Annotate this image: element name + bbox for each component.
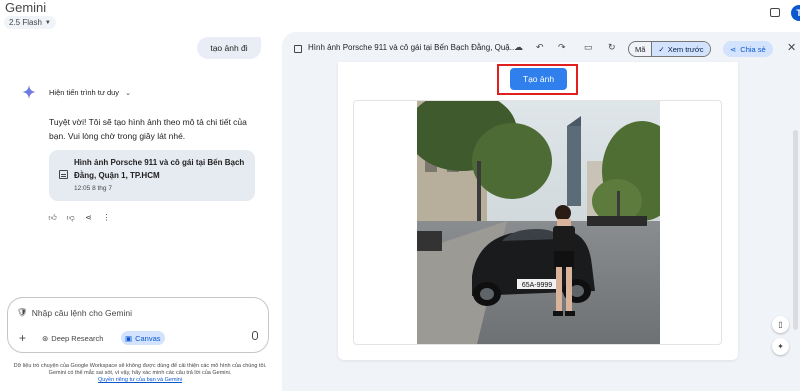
tab-preview[interactable]: ✓ Xem trước [652, 42, 710, 56]
deep-research-button[interactable]: ⊛ Deep Research [38, 331, 107, 345]
canvas-toolbar: Hình ảnh Porsche 911 và cô gái tại Bến B… [282, 37, 800, 61]
user-message: tạo ảnh đi [197, 37, 261, 59]
prompt-placeholder: Nhập câu lệnh cho Gemini [31, 307, 132, 318]
add-icon[interactable]: + [19, 331, 26, 345]
refresh-icon[interactable]: ↻ [608, 42, 616, 53]
undo-icon[interactable]: ↶ [536, 42, 544, 53]
thumbs-up-icon[interactable]: 👍︎ [48, 213, 57, 222]
feedback-bar: 👍︎ 👎︎ ⋖ ⋮ [48, 213, 111, 222]
show-thinking-toggle[interactable]: Hiện tiến trình tư duy ⌄ [49, 88, 131, 97]
close-icon[interactable]: ✕ [787, 41, 796, 54]
prompt-composer[interactable]: 🛡︎ Nhập câu lệnh cho Gemini + ⊛ Deep Res… [7, 297, 269, 353]
thinking-label: Hiện tiến trình tư duy [49, 88, 120, 97]
model-label: 2.5 Flash [9, 18, 42, 27]
cloud-save-icon[interactable]: ☁ [514, 42, 523, 53]
document-icon [59, 170, 68, 179]
thumbs-down-icon[interactable]: 👎︎ [66, 213, 75, 222]
model-selector[interactable]: 2.5 Flash ▼ [4, 16, 56, 29]
canvas-icon: ▣ [125, 333, 133, 343]
doc-card-time: 12:05 8 thg 7 [74, 185, 112, 192]
canvas-doc-card[interactable]: Hình ảnh Porsche 911 và cô gái tại Bến B… [49, 150, 255, 201]
shield-icon: 🛡︎ [17, 307, 28, 317]
license-plate: 65A-9999 [522, 282, 552, 289]
sparkle-icon[interactable]: ✦ [772, 338, 789, 355]
console-icon[interactable]: ▭ [584, 42, 593, 53]
research-icon: ⊛ [42, 333, 49, 343]
preview-label: Xem trước [667, 44, 704, 54]
generated-image: 65A-9999 [417, 101, 660, 344]
chat-pane: Gemini 2.5 Flash ▼ tạo ảnh đi Hiện tiến … [0, 0, 282, 391]
canvas-label: Canvas [135, 333, 161, 343]
gemini-spark-icon [22, 85, 36, 99]
app-title: Gemini [5, 0, 47, 15]
redo-icon[interactable]: ↷ [558, 42, 566, 53]
annotation-highlight-box [497, 64, 578, 95]
share-icon[interactable]: ⋖ [84, 213, 93, 222]
disclaimer-text: Dữ liệu trò chuyện của Google Workspace … [13, 363, 267, 376]
share-button[interactable]: ⋖ Chia sẻ [723, 41, 773, 57]
privacy-disclaimer: Dữ liệu trò chuyện của Google Workspace … [5, 363, 275, 384]
microphone-icon[interactable] [252, 331, 258, 340]
canvas-title: Hình ảnh Porsche 911 và cô gái tại Bến B… [308, 43, 517, 52]
share-icon: ⋖ [730, 44, 737, 54]
scrollbar[interactable] [793, 130, 798, 330]
tab-code[interactable]: Mã [629, 42, 653, 56]
privacy-link[interactable]: Quyền riêng tư của bạn và Gemini [98, 377, 182, 383]
canvas-button[interactable]: ▣ Canvas [121, 331, 165, 345]
check-icon: ✓ [658, 44, 665, 54]
more-options-icon[interactable]: ⋮ [102, 213, 111, 222]
doc-card-title: Hình ảnh Porsche 911 và cô gái tại Bến B… [74, 158, 245, 180]
view-toggle: Mã ✓ Xem trước [628, 41, 711, 57]
print-icon[interactable] [770, 8, 780, 17]
share-label: Chia sẻ [740, 44, 766, 54]
street-scene-image: 65A-9999 [417, 101, 660, 344]
edit-icon[interactable]: ▯ [772, 316, 789, 333]
deep-research-label: Deep Research [51, 333, 104, 343]
chevron-down-icon: ⌄ [125, 89, 131, 97]
caret-down-icon: ▼ [44, 19, 51, 26]
avatar[interactable]: T [791, 5, 800, 21]
document-icon [294, 45, 302, 53]
assistant-reply: Tuyệt vời! Tôi sẽ tạo hình ảnh theo mô t… [49, 117, 247, 141]
